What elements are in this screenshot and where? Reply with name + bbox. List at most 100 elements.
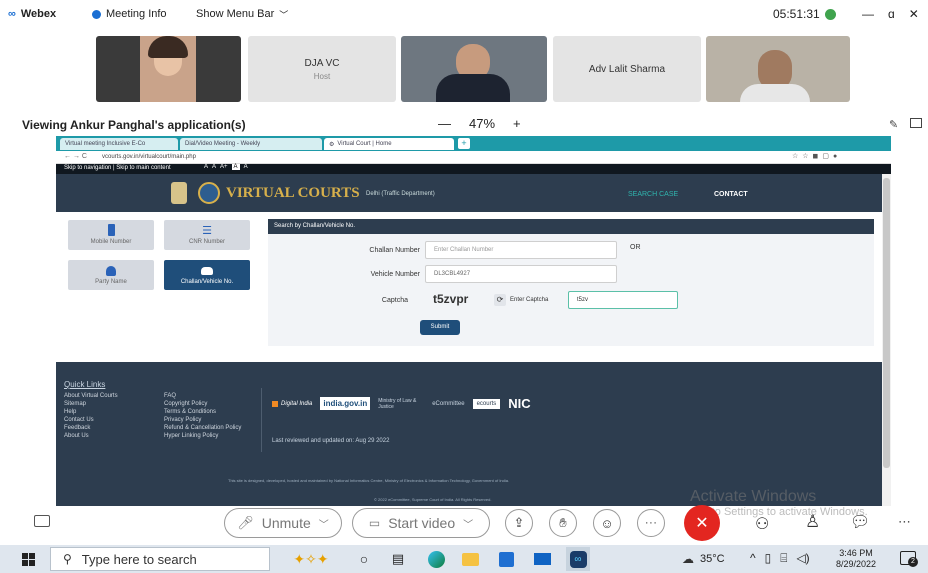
font-size-option[interactable]: A	[212, 164, 216, 170]
more-panels-icon[interactable]: ⋯	[898, 514, 911, 530]
search-highlight-icon[interactable]: ✦✧✦	[282, 547, 340, 571]
webex-app-name: Webex	[20, 8, 57, 20]
submit-button[interactable]: Submit	[420, 320, 460, 335]
captcha-input[interactable]: t5zv	[568, 291, 678, 309]
battery-icon[interactable]: ▯	[765, 551, 772, 566]
font-size-option[interactable]: A	[204, 164, 208, 170]
participant-tile-host[interactable]: DJA VC Host	[248, 36, 396, 102]
weather-widget[interactable]: ☁ 35°C	[682, 552, 725, 566]
footer-copyright-text: © 2022 eCommittee, Supreme Court of Indi…	[374, 497, 492, 502]
footer-link[interactable]: Contact Us	[64, 416, 154, 424]
font-size-option[interactable]: A	[244, 164, 248, 170]
maximize-icon[interactable]: ɑ	[888, 7, 895, 21]
browser-tab-2[interactable]: Dial/Video Meeting - Weekly	[180, 138, 322, 150]
user-icon	[106, 266, 116, 276]
widgets-icon[interactable]: ▤	[386, 547, 410, 571]
minimize-icon[interactable]: —	[862, 7, 874, 21]
challan-number-input[interactable]: Enter Challan Number	[425, 241, 617, 259]
refresh-captcha-icon[interactable]: ⟳	[494, 294, 506, 306]
clock-text: 05:51:31	[773, 7, 820, 21]
or-separator: OR	[630, 244, 641, 251]
address-bar[interactable]: vcourts.gov.in/virtualcourt/main.php	[102, 154, 196, 160]
participant-tile-lalit[interactable]: Adv Lalit Sharma	[553, 36, 701, 102]
new-tab-button[interactable]: +	[458, 138, 470, 149]
reactions-icon[interactable]: ☺	[593, 509, 621, 537]
quick-links-col1: About Virtual Courts Sitemap Help Contac…	[64, 392, 154, 440]
show-menu-bar-button[interactable]: Show Menu Bar ﹀	[196, 6, 288, 22]
mail-icon[interactable]	[530, 547, 554, 571]
font-size-controls[interactable]: A A A+ A A	[204, 164, 248, 170]
weather-temp: 35°C	[700, 553, 725, 565]
captcha-image: t5zvpr	[433, 292, 469, 306]
more-options-icon[interactable]: ⋯	[637, 509, 665, 537]
raise-hand-icon[interactable]: ✋︎	[549, 509, 577, 537]
participant-video-lalit[interactable]	[706, 36, 850, 102]
end-call-icon[interactable]: ✕	[684, 505, 720, 541]
windows-start-icon[interactable]	[22, 553, 35, 566]
footer-link[interactable]: Help	[64, 408, 154, 416]
tile-cnr-number[interactable]: ☰ CNR Number	[164, 220, 250, 250]
close-icon[interactable]: ✕	[909, 7, 919, 21]
nav-search-case[interactable]: SEARCH CASE	[628, 191, 678, 198]
scrollbar-thumb[interactable]	[883, 178, 890, 468]
participants-icon[interactable]: ⚇	[755, 514, 769, 534]
task-view-icon[interactable]: ○	[352, 547, 376, 571]
windows-taskbar: ⚲ Type here to search ✦✧✦ ○ ▤ ∞ ☁ 35°C ^…	[0, 545, 928, 573]
accessibility-bar: Skip to navigation | Skip to main conten…	[56, 164, 891, 174]
quick-links-col2: FAQ Copyright Policy Terms & Conditions …	[164, 392, 246, 440]
browser-extension-icons[interactable]: ☆☆◼▢●	[792, 152, 841, 160]
tab-label: Virtual Court | Home	[337, 141, 392, 147]
footer-link[interactable]: Copyright Policy	[164, 400, 246, 408]
webex-taskbar-icon[interactable]: ∞	[566, 547, 590, 571]
skip-links[interactable]: Skip to navigation | Skip to main conten…	[64, 165, 171, 171]
unmute-button[interactable]: 🎤︎ Unmute ﹀	[224, 508, 342, 538]
pop-out-icon[interactable]	[910, 118, 922, 128]
annotate-icon[interactable]: ✎	[889, 118, 898, 131]
start-video-button[interactable]: ▭ Start video ﹀	[352, 508, 490, 538]
taskbar-search[interactable]: ⚲ Type here to search	[50, 547, 270, 571]
footer-link[interactable]: About Us	[64, 432, 154, 440]
participant-video-man[interactable]	[401, 36, 547, 102]
volume-icon[interactable]: ◁)	[796, 551, 809, 566]
footer-link[interactable]: Sitemap	[64, 400, 154, 408]
tile-challan-vehicle[interactable]: Challan/Vehicle No.	[164, 260, 250, 290]
taskbar-clock[interactable]: 3:46 PM 8/29/2022	[836, 548, 876, 570]
footer-link[interactable]: Terms & Conditions	[164, 408, 246, 416]
footer-link[interactable]: FAQ	[164, 392, 246, 400]
footer-link[interactable]: Refund & Cancellation Policy	[164, 424, 246, 432]
chevron-up-icon[interactable]: ^	[750, 551, 756, 566]
footer-link[interactable]: About Virtual Courts	[64, 392, 154, 400]
zoom-out-button[interactable]: —	[438, 116, 451, 131]
add-participant-icon[interactable]: ♙	[805, 512, 820, 532]
emblem-icon	[171, 182, 187, 204]
participant-video-woman[interactable]	[96, 36, 241, 102]
zoom-in-button[interactable]: +	[513, 116, 521, 131]
back-forward-reload-icons[interactable]: ← → C	[64, 153, 87, 160]
network-icon[interactable]: ⌸	[780, 551, 787, 566]
store-icon[interactable]	[494, 547, 518, 571]
footer-link[interactable]: Feedback	[64, 424, 154, 432]
file-explorer-icon[interactable]	[458, 547, 482, 571]
enter-captcha-label: Enter Captcha	[510, 297, 549, 303]
browser-tab-1[interactable]: Virtual meeting Inclusive E-Co	[60, 138, 178, 150]
vehicle-number-input[interactable]: DL3CBL4927	[425, 265, 617, 283]
notifications-icon[interactable]: 2	[900, 551, 918, 567]
page-scrollbar[interactable]	[882, 174, 891, 506]
footer-link[interactable]: Hyper Linking Policy	[164, 432, 246, 440]
font-size-option[interactable]: A	[231, 164, 240, 170]
captions-icon[interactable]	[34, 515, 50, 527]
webex-logo[interactable]: ∞ Webex	[8, 6, 56, 22]
meeting-info-button[interactable]: Meeting Info	[92, 6, 167, 22]
nav-contact[interactable]: CONTACT	[714, 191, 748, 198]
microphone-icon: 🎤︎	[237, 515, 254, 530]
share-screen-icon[interactable]: ⇪	[505, 509, 533, 537]
font-size-option[interactable]: A+	[220, 164, 228, 170]
chat-icon[interactable]: 💬︎	[850, 512, 870, 532]
search-placeholder: Type here to search	[81, 551, 197, 567]
edge-icon[interactable]	[424, 547, 448, 571]
tile-mobile-number[interactable]: Mobile Number	[68, 220, 154, 250]
tile-party-name[interactable]: Party Name	[68, 260, 154, 290]
browser-tab-active[interactable]: ⚙ Virtual Court | Home	[324, 138, 454, 150]
footer-link[interactable]: Privacy Policy	[164, 416, 246, 424]
vehicle-label: Vehicle Number	[370, 271, 420, 278]
